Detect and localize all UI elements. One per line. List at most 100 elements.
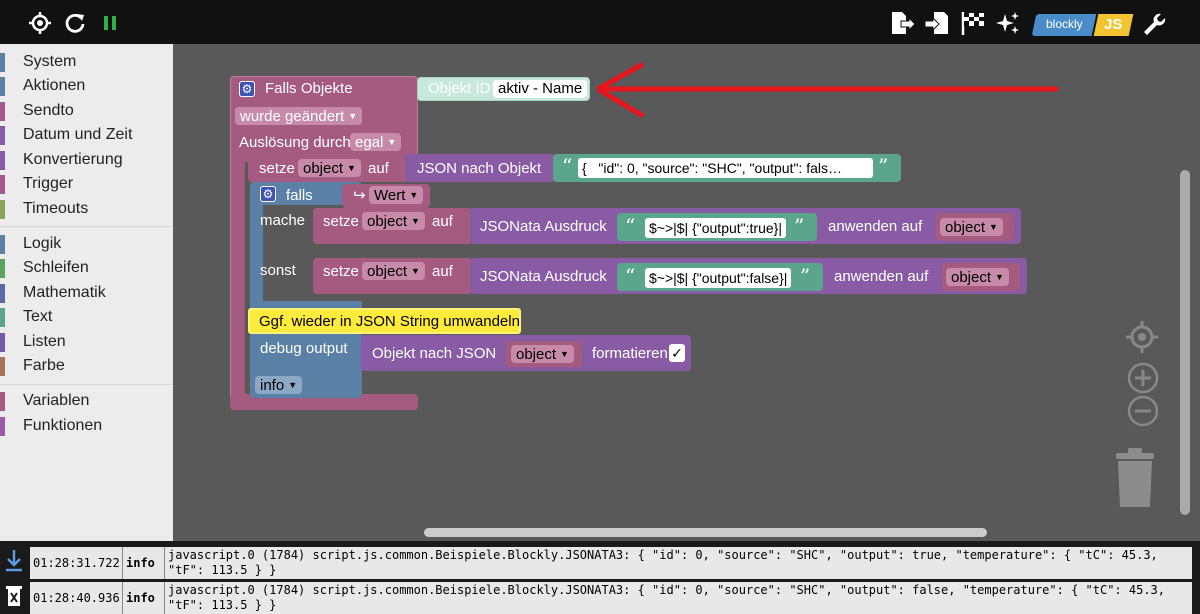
sidebar-item-trigger[interactable]: Trigger bbox=[0, 173, 173, 195]
import-icon[interactable] bbox=[925, 10, 951, 36]
zoom-in-icon[interactable] bbox=[1127, 362, 1159, 399]
object-id-label: Objekt ID bbox=[428, 80, 491, 97]
sidebar-item-text[interactable]: Text bbox=[0, 306, 173, 328]
json-to-object-label: JSON nach Objekt bbox=[417, 160, 542, 177]
json-text-field[interactable]: { "id": 0, "source": "SHC", "output": fa… bbox=[578, 158, 873, 178]
anwenden-label-1: anwenden auf bbox=[828, 218, 923, 235]
sidebar-item-sendto[interactable]: Sendto bbox=[0, 100, 173, 122]
debug-level-dropdown[interactable]: info ▼ bbox=[255, 376, 303, 394]
recenter-icon[interactable] bbox=[1125, 320, 1159, 359]
sidebar-item-variablen[interactable]: Variablen bbox=[0, 390, 173, 412]
if-gear-icon[interactable]: ⚙ bbox=[260, 186, 276, 202]
category-color-bar bbox=[0, 308, 5, 327]
changed-label: wurde geändert bbox=[240, 108, 345, 125]
category-color-bar bbox=[0, 126, 5, 145]
sidebar-item-label: Sendto bbox=[23, 102, 74, 119]
set-var-dropdown[interactable]: object ▼ bbox=[298, 159, 361, 177]
sidebar-item-label: Trigger bbox=[23, 175, 74, 192]
sidebar-item-aktionen[interactable]: Aktionen bbox=[0, 75, 173, 97]
checkered-flag-icon[interactable] bbox=[960, 10, 986, 36]
jsonata-expr-field-1[interactable]: $~>|$| {"output":true}| bbox=[645, 218, 786, 238]
sidebar-item-system[interactable]: System bbox=[0, 51, 173, 73]
chevron-down-icon: ▼ bbox=[409, 190, 419, 200]
clear-log-icon[interactable] bbox=[4, 583, 24, 607]
target-icon[interactable] bbox=[27, 10, 53, 36]
category-color-bar bbox=[0, 102, 5, 121]
reload-icon[interactable] bbox=[62, 10, 88, 36]
sidebar-item-farbe[interactable]: Farbe bbox=[0, 355, 173, 377]
category-color-bar bbox=[0, 333, 5, 352]
trigger-by-dropdown[interactable]: egal ▼ bbox=[350, 133, 402, 151]
pause-icon[interactable] bbox=[97, 10, 123, 36]
sonst-label: sonst bbox=[260, 262, 296, 279]
debug-output-label: debug output bbox=[260, 340, 348, 357]
log-time: 01:28:40.936 bbox=[30, 582, 123, 614]
vertical-scrollbar[interactable] bbox=[1180, 170, 1190, 515]
category-color-bar bbox=[0, 357, 5, 376]
set-var-dropdown-3[interactable]: object ▼ bbox=[362, 262, 425, 280]
zoom-out-icon[interactable] bbox=[1127, 395, 1159, 432]
debug-var-dropdown[interactable]: object ▼ bbox=[511, 345, 574, 363]
jsonata-label-2: JSONata Ausdruck bbox=[480, 268, 607, 285]
sidebar-item-label: Variablen bbox=[23, 392, 90, 409]
trigger-gear-icon[interactable]: ⚙ bbox=[239, 81, 255, 97]
log-pane: 01:28:31.722 info javascript.0 (1784) scri… bbox=[0, 541, 1200, 614]
sidebar-item-label: System bbox=[23, 53, 77, 70]
trash-icon[interactable] bbox=[1112, 447, 1158, 514]
sparkle-icon[interactable] bbox=[995, 10, 1021, 36]
sidebar-item-datum-und-zeit[interactable]: Datum und Zeit bbox=[0, 124, 173, 146]
auf-label-2: auf bbox=[432, 213, 453, 230]
formatieren-checkbox[interactable]: ✓ bbox=[669, 344, 685, 362]
sidebar-item-funktionen[interactable]: Funktionen bbox=[0, 415, 173, 437]
open-quote-icon: “ bbox=[625, 264, 636, 288]
sidebar-item-mathematik[interactable]: Mathematik bbox=[0, 282, 173, 304]
close-quote-icon: ” bbox=[794, 214, 805, 238]
sidebar-item-logik[interactable]: Logik bbox=[0, 233, 173, 255]
trigger-by-label: Auslösung durch bbox=[239, 134, 351, 151]
chevron-down-icon: ▼ bbox=[288, 380, 298, 390]
blockly-workspace[interactable]: ⚙ Falls Objekte Objekt ID aktiv - Name w… bbox=[173, 44, 1200, 541]
mode-blockly-label: blockly bbox=[1046, 17, 1083, 31]
sidebar-divider bbox=[0, 384, 173, 385]
log-level: info bbox=[123, 582, 165, 614]
set-var-dropdown-2[interactable]: object ▼ bbox=[362, 212, 425, 230]
set-var-label-3: object bbox=[367, 263, 408, 280]
object-to-json-label: Objekt nach JSON bbox=[372, 345, 497, 362]
sidebar-item-label: Konvertierung bbox=[23, 151, 123, 168]
comment-text: Ggf. wieder in JSON String umwandeln bbox=[259, 313, 520, 330]
chevron-down-icon: ▼ bbox=[411, 216, 420, 226]
mode-switch[interactable]: blockly JS bbox=[1031, 14, 1134, 36]
sidebar-item-schleifen[interactable]: Schleifen bbox=[0, 257, 173, 279]
export-icon[interactable] bbox=[889, 10, 915, 36]
sidebar-item-timeouts[interactable]: Timeouts bbox=[0, 198, 173, 220]
category-color-bar bbox=[0, 259, 5, 278]
sidebar-divider bbox=[0, 226, 173, 227]
target-var-dropdown-1[interactable]: object ▼ bbox=[940, 218, 1003, 236]
value-label: Wert bbox=[374, 187, 406, 204]
category-color-bar bbox=[0, 77, 5, 96]
object-id-field[interactable]: aktiv - Name bbox=[493, 80, 588, 98]
sidebar-item-listen[interactable]: Listen bbox=[0, 331, 173, 353]
chevron-down-icon: ▼ bbox=[560, 349, 569, 359]
value-dropdown[interactable]: Wert ▼ bbox=[369, 186, 424, 204]
wrench-icon[interactable] bbox=[1140, 10, 1166, 36]
download-log-icon[interactable] bbox=[4, 549, 24, 573]
category-color-bar bbox=[0, 392, 5, 411]
target-var-dropdown-2[interactable]: object ▼ bbox=[946, 268, 1009, 286]
jsonata-expr-field-2[interactable]: $~>|$| {"output":false}| bbox=[645, 268, 792, 288]
sidebar-item-konvertierung[interactable]: Konvertierung bbox=[0, 149, 173, 171]
log-row: 01:28:40.936 info javascript.0 (1784) scri… bbox=[30, 582, 1192, 614]
log-message: javascript.0 (1784) script.js.common.Bei… bbox=[168, 548, 1158, 577]
horizontal-scrollbar[interactable] bbox=[424, 528, 987, 537]
debug-var-label: object bbox=[516, 346, 557, 363]
sidebar-item-label: Timeouts bbox=[23, 200, 89, 217]
changed-dropdown[interactable]: wurde geändert ▼ bbox=[235, 107, 363, 125]
checkmark-icon: ✓ bbox=[671, 345, 683, 361]
log-message: javascript.0 (1784) script.js.common.Bei… bbox=[168, 583, 1165, 612]
chevron-down-icon: ▼ bbox=[411, 266, 420, 276]
return-arrow-icon: ↪ bbox=[353, 187, 366, 204]
chevron-down-icon: ▼ bbox=[387, 137, 397, 147]
trigger-title: Falls Objekte bbox=[265, 80, 353, 97]
open-quote-icon: “ bbox=[625, 214, 636, 238]
sidebar-item-label: Schleifen bbox=[23, 259, 89, 276]
